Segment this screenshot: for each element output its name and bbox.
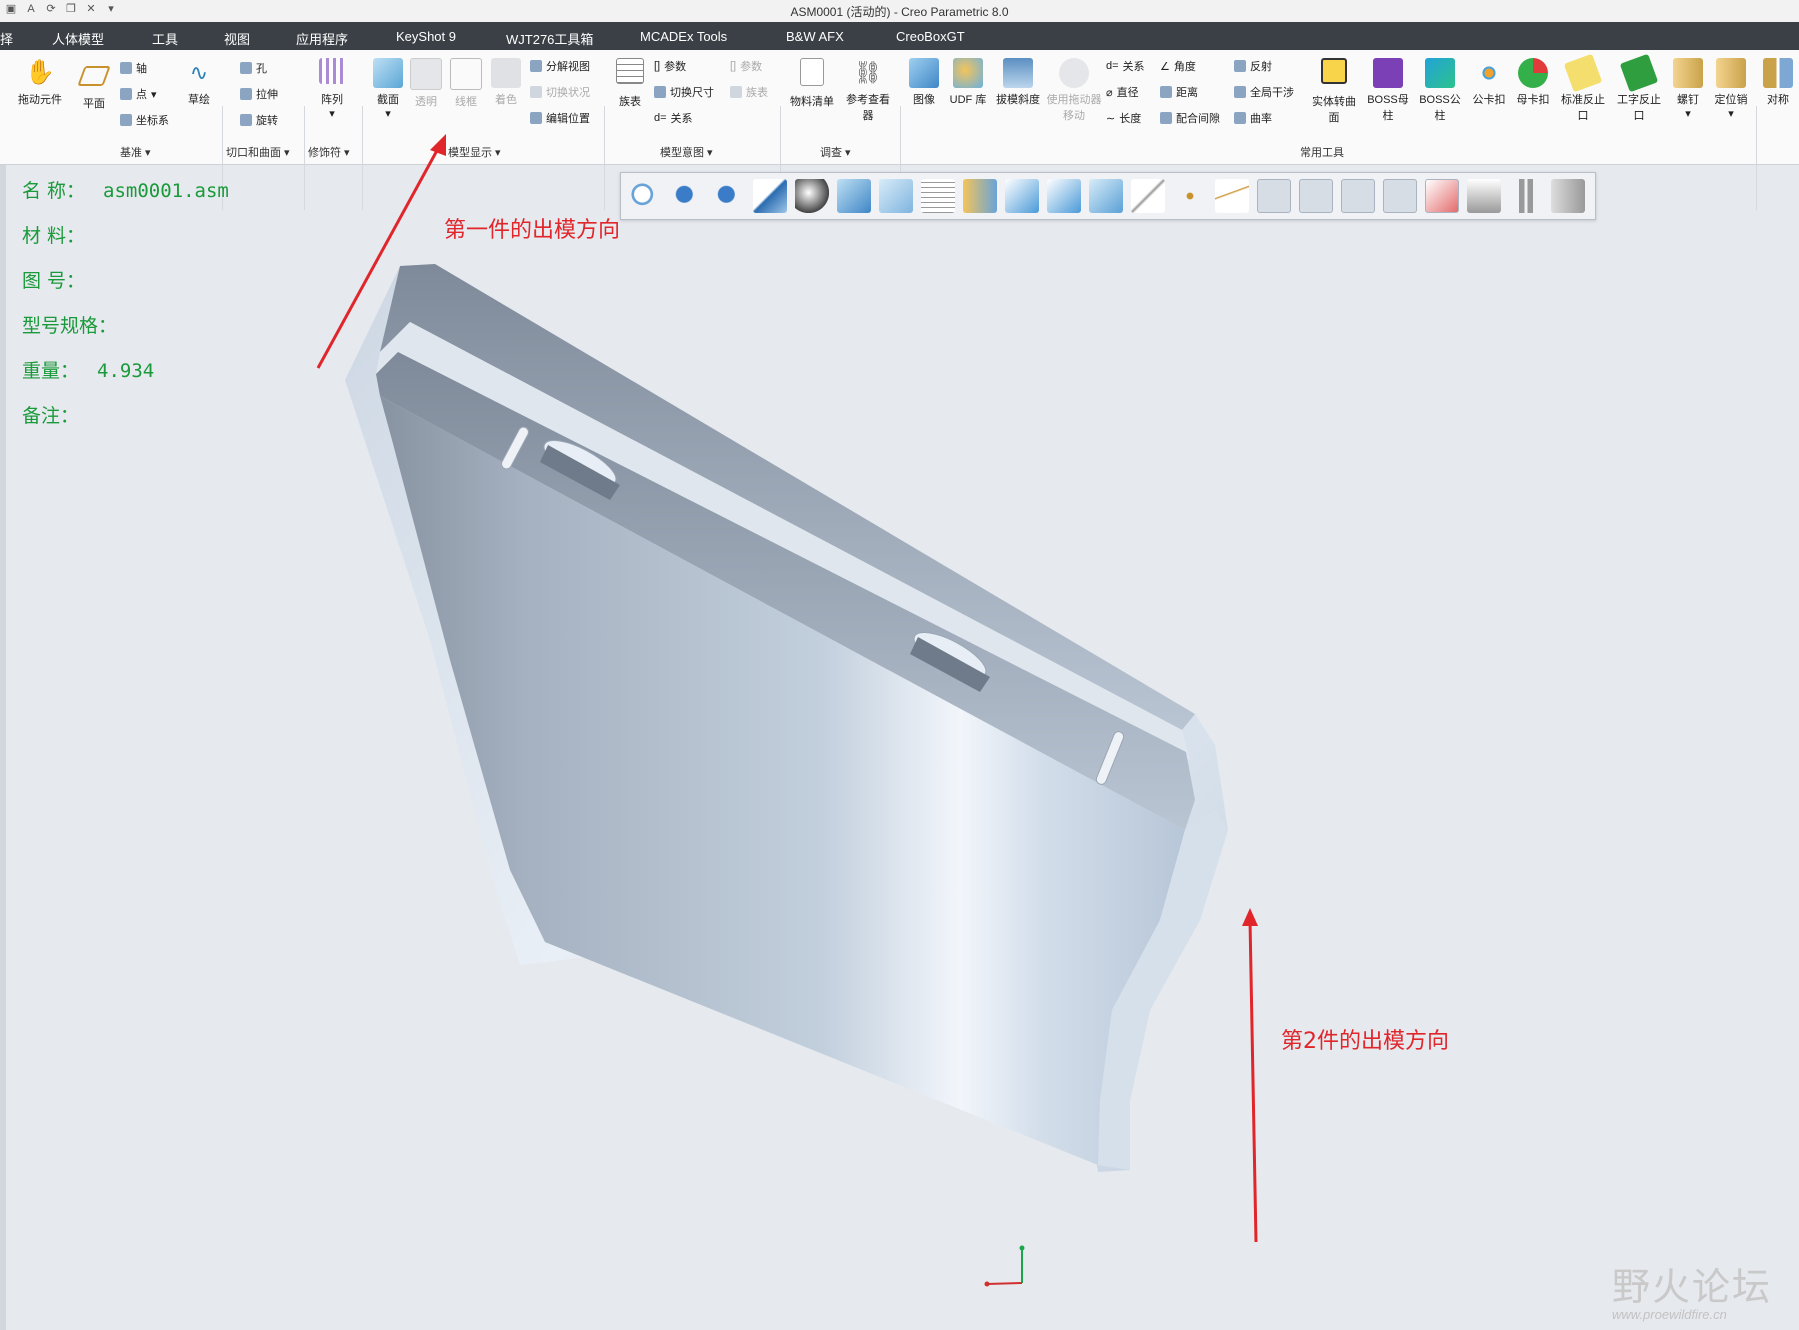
- csys-y-dot: [1019, 1245, 1025, 1251]
- watermark: 野火论坛 www.proewildfire.cn: [1612, 1256, 1772, 1322]
- csys-x-axis: [986, 1282, 1023, 1285]
- annotation-second-part: 第2件的出模方向: [1281, 1029, 1449, 1054]
- arrow-second-direction: [1248, 919, 1258, 1243]
- graphics-area[interactable]: [0, 0, 1799, 1330]
- arrow-first-head: [430, 134, 446, 156]
- watermark-logo-text: 野火论坛: [1612, 1265, 1773, 1309]
- annotation-first-part: 第一件的出模方向: [444, 218, 621, 243]
- arrow-second-head: [1242, 908, 1258, 926]
- csys-x-dot: [984, 1281, 990, 1287]
